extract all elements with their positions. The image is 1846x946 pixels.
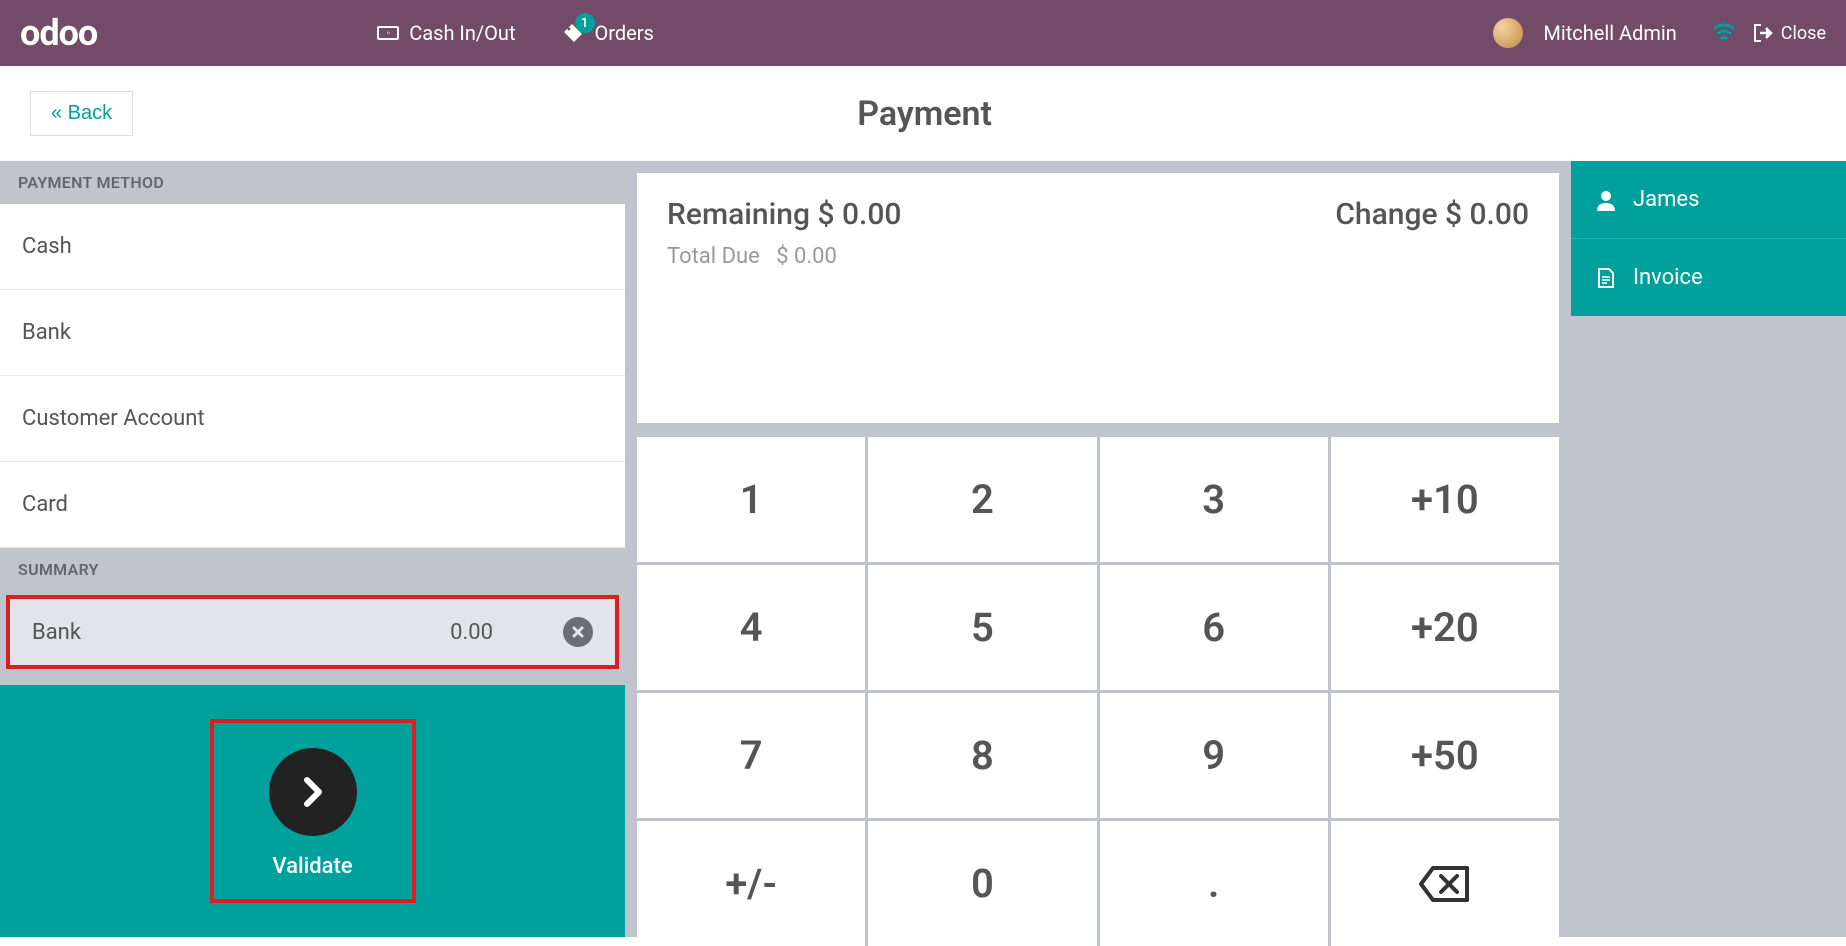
close-label: Close	[1781, 23, 1826, 44]
change-group: Change $ 0.00	[1335, 197, 1529, 232]
invoice-label: Invoice	[1633, 265, 1703, 290]
numpad-4[interactable]: 4	[637, 565, 865, 690]
total-due-label: Total Due	[667, 244, 760, 269]
cash-icon	[377, 26, 399, 40]
avatar	[1493, 18, 1523, 48]
numpad-backspace[interactable]	[1331, 821, 1559, 946]
summary-line[interactable]: Bank 0.00	[6, 595, 619, 669]
numpad-2[interactable]: 2	[868, 437, 1096, 562]
numpad-6[interactable]: 6	[1100, 565, 1328, 690]
sign-out-icon	[1751, 22, 1773, 44]
chevron-right-icon	[297, 776, 329, 808]
remaining-value: $ 0.00	[817, 197, 901, 232]
user-icon	[1595, 189, 1617, 211]
orders-button[interactable]: 1 Orders	[561, 21, 654, 45]
validate-button[interactable]: Validate	[210, 719, 416, 903]
invoice-button[interactable]: Invoice	[1571, 238, 1846, 316]
close-icon	[571, 625, 585, 639]
tag-icon: 1	[561, 21, 585, 45]
backspace-icon	[1417, 864, 1473, 904]
numpad-0[interactable]: 0	[868, 821, 1096, 946]
user-name: Mitchell Admin	[1543, 21, 1676, 45]
logo: odoo	[20, 12, 97, 54]
payment-info-card: Remaining $ 0.00 Change $ 0.00 Total Due…	[637, 173, 1559, 423]
summary-line-amount: 0.00	[450, 620, 493, 645]
validate-circle	[269, 748, 357, 836]
cash-label: Cash In/Out	[409, 21, 515, 45]
left-panel: PAYMENT METHOD Cash Bank Customer Accoun…	[0, 161, 625, 937]
numpad-9[interactable]: 9	[1100, 693, 1328, 818]
validate-area: Validate	[0, 685, 625, 937]
customer-name: James	[1633, 187, 1699, 212]
numpad-plus10[interactable]: +10	[1331, 437, 1559, 562]
document-icon	[1595, 267, 1617, 289]
numpad-7[interactable]: 7	[637, 693, 865, 818]
delete-line-button[interactable]	[563, 617, 593, 647]
numpad-plusminus[interactable]: +/-	[637, 821, 865, 946]
summary-label: SUMMARY	[0, 548, 625, 591]
cash-in-out-button[interactable]: Cash In/Out	[377, 21, 515, 45]
wifi-icon	[1712, 23, 1736, 43]
header: « Back Payment	[0, 66, 1846, 161]
change-value: $ 0.00	[1445, 197, 1529, 232]
payment-method-label: PAYMENT METHOD	[0, 161, 625, 204]
validate-label: Validate	[272, 854, 352, 879]
numpad-plus50[interactable]: +50	[1331, 693, 1559, 818]
main: PAYMENT METHOD Cash Bank Customer Accoun…	[0, 161, 1846, 937]
payment-method-list: Cash Bank Customer Account Card	[0, 204, 625, 548]
page-title: Payment	[33, 94, 1816, 134]
summary-line-name: Bank	[32, 620, 450, 645]
total-due-value: $ 0.00	[776, 244, 837, 269]
numpad-plus20[interactable]: +20	[1331, 565, 1559, 690]
numpad-5[interactable]: 5	[868, 565, 1096, 690]
numpad: 1 2 3 +10 4 5 6 +20 7 8 9 +50 +/- 0 .	[637, 437, 1559, 946]
orders-label: Orders	[595, 21, 654, 45]
numpad-8[interactable]: 8	[868, 693, 1096, 818]
customer-button[interactable]: James	[1571, 161, 1846, 238]
payment-method-card[interactable]: Card	[0, 462, 625, 548]
remaining-label: Remaining	[667, 197, 810, 232]
topbar: odoo Cash In/Out 1 Orders Mitchell Admin	[0, 0, 1846, 66]
orders-badge: 1	[575, 13, 595, 33]
total-due-group: Total Due $ 0.00	[667, 244, 1529, 269]
close-button[interactable]: Close	[1751, 22, 1826, 44]
center-panel: Remaining $ 0.00 Change $ 0.00 Total Due…	[625, 161, 1571, 937]
numpad-dot[interactable]: .	[1100, 821, 1328, 946]
right-panel: James Invoice	[1571, 161, 1846, 937]
change-label: Change	[1335, 197, 1437, 232]
payment-method-cash[interactable]: Cash	[0, 204, 625, 290]
numpad-1[interactable]: 1	[637, 437, 865, 562]
remaining-group: Remaining $ 0.00	[667, 197, 901, 232]
payment-method-customer-account[interactable]: Customer Account	[0, 376, 625, 462]
payment-method-bank[interactable]: Bank	[0, 290, 625, 376]
user-menu[interactable]: Mitchell Admin	[1493, 18, 1676, 48]
numpad-3[interactable]: 3	[1100, 437, 1328, 562]
